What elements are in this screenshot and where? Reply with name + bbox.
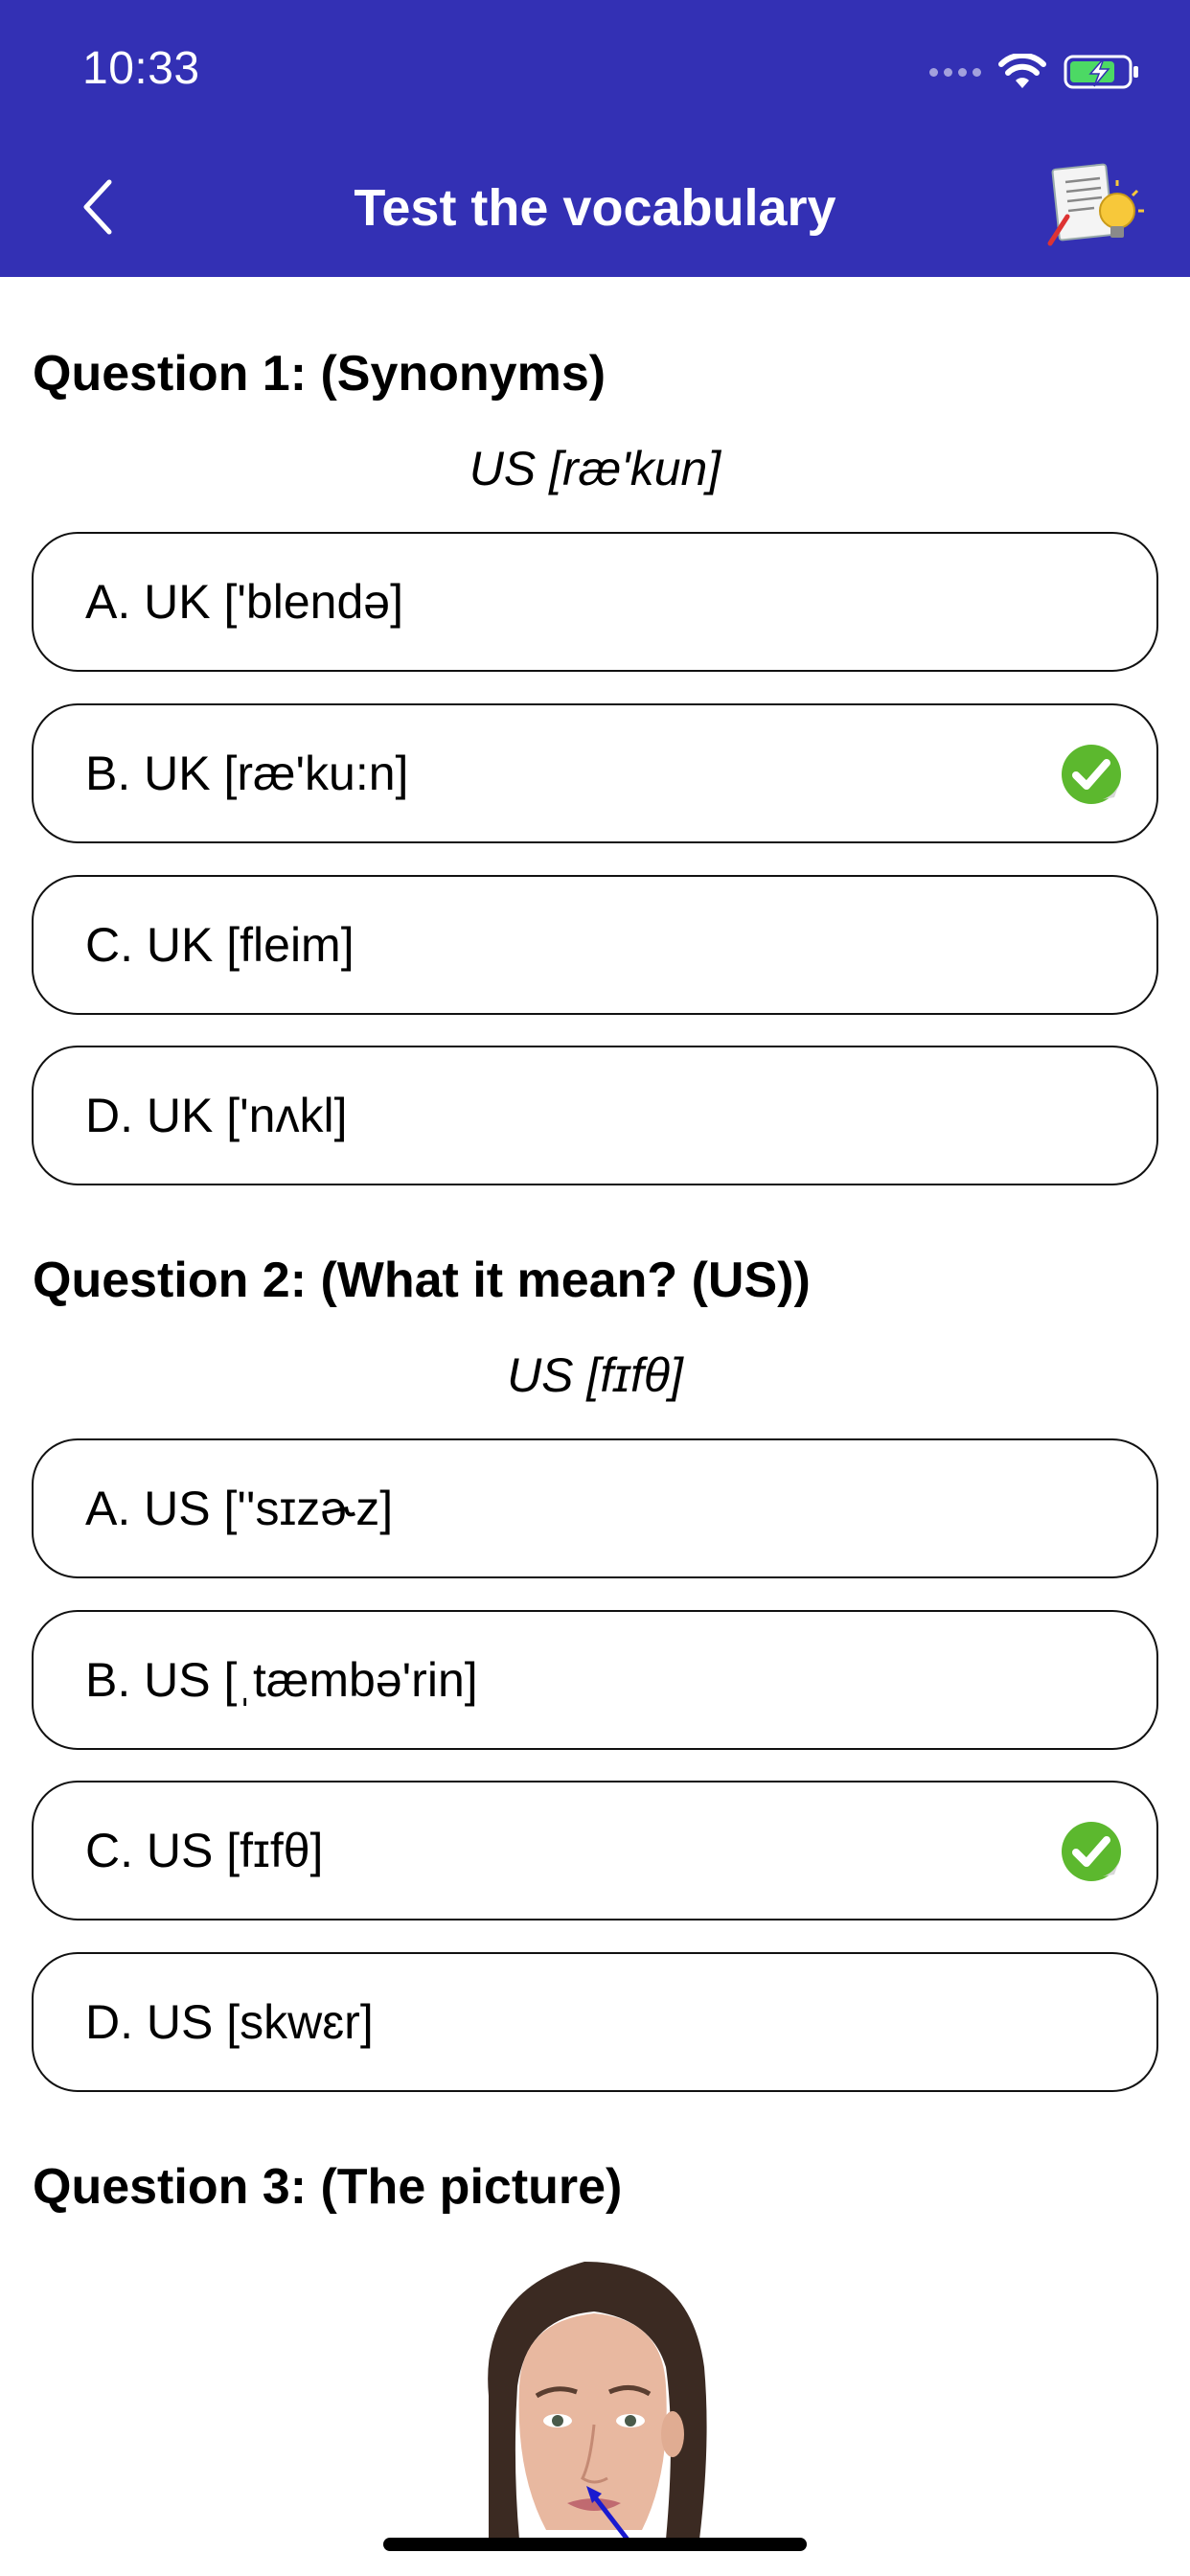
question-2-option-d[interactable]: D. US [skwɛr] bbox=[32, 1952, 1158, 2092]
page-title: Test the vocabulary bbox=[354, 179, 836, 237]
question-1-prompt: US [ræ'kun] bbox=[469, 442, 721, 495]
home-indicator[interactable] bbox=[383, 2538, 807, 2551]
option-label: D. UK ['nʌkl] bbox=[85, 1089, 348, 1142]
question-1-option-a[interactable]: A. UK ['blendə] bbox=[32, 532, 1158, 672]
check-icon bbox=[1062, 1822, 1121, 1881]
question-3-title: Question 3: (The picture) bbox=[33, 2159, 623, 2215]
screen: 10:33 Test the vocabulary Question 1: (S… bbox=[0, 0, 1190, 2576]
option-label: A. UK ['blendə] bbox=[85, 575, 403, 629]
battery-charging-icon bbox=[1064, 55, 1138, 89]
option-label: B. UK [ræ'ku:n] bbox=[85, 747, 409, 800]
question-1-option-b[interactable]: B. UK [ræ'ku:n] bbox=[32, 703, 1158, 843]
question-1-title: Question 1: (Synonyms) bbox=[33, 346, 606, 402]
check-icon bbox=[1062, 745, 1121, 804]
woman-face-pointing-nose-image bbox=[488, 2262, 707, 2540]
signal-icon bbox=[929, 67, 981, 77]
question-2-option-b[interactable]: B. US [ˌtæmbə'rin] bbox=[32, 1610, 1158, 1750]
option-label: B. US [ˌtæmbə'rin] bbox=[85, 1653, 478, 1707]
nav-header: 10:33 Test the vocabulary bbox=[0, 0, 1190, 277]
wifi-icon bbox=[998, 54, 1046, 88]
question-1-option-d[interactable]: D. UK ['nʌkl] bbox=[32, 1046, 1158, 1185]
option-label: A. US [''sɪzɚz] bbox=[85, 1482, 394, 1535]
option-label: C. UK [fleim] bbox=[85, 918, 355, 972]
question-2-option-c[interactable]: C. US [fɪfθ] bbox=[32, 1781, 1158, 1920]
status-time: 10:33 bbox=[82, 43, 200, 94]
status-icons bbox=[929, 48, 1140, 96]
notes-lightbulb-icon[interactable] bbox=[1044, 161, 1144, 253]
option-label: D. US [skwɛr] bbox=[85, 1995, 374, 2049]
question-2-title: Question 2: (What it mean? (US)) bbox=[33, 1253, 811, 1308]
question-1-option-c[interactable]: C. UK [fleim] bbox=[32, 875, 1158, 1015]
question-2-prompt: US [fɪfθ] bbox=[507, 1348, 683, 1402]
question-2-option-a[interactable]: A. US [''sɪzɚz] bbox=[32, 1438, 1158, 1578]
option-label: C. US [fɪfθ] bbox=[85, 1824, 324, 1877]
